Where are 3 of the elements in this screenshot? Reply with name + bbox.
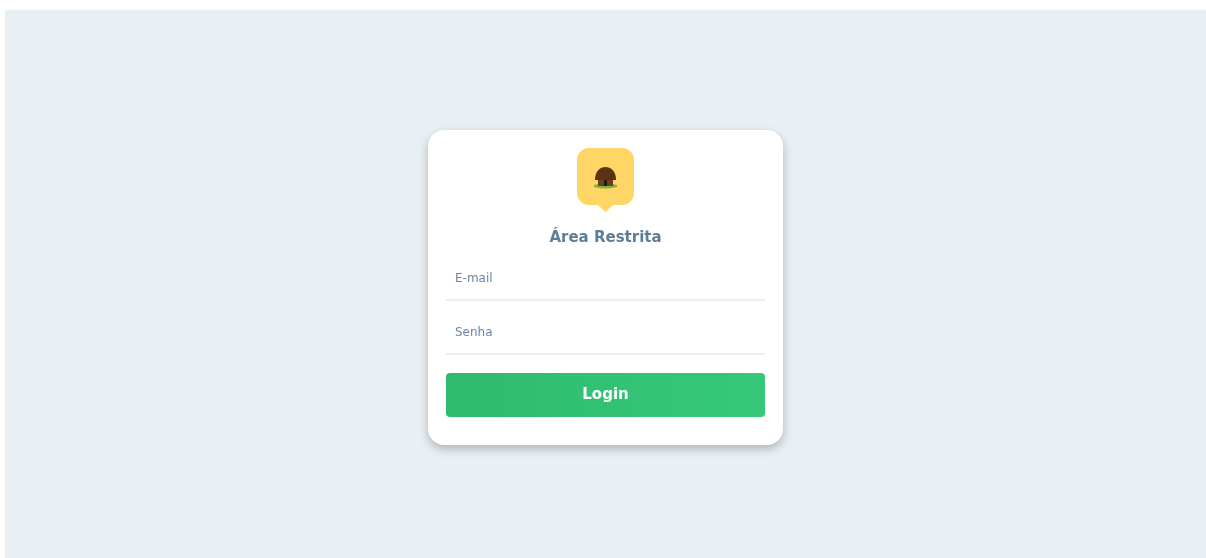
form-title: Área Restrita: [549, 226, 662, 248]
login-button[interactable]: Login: [446, 372, 765, 417]
hut-logo-icon: [577, 148, 634, 212]
